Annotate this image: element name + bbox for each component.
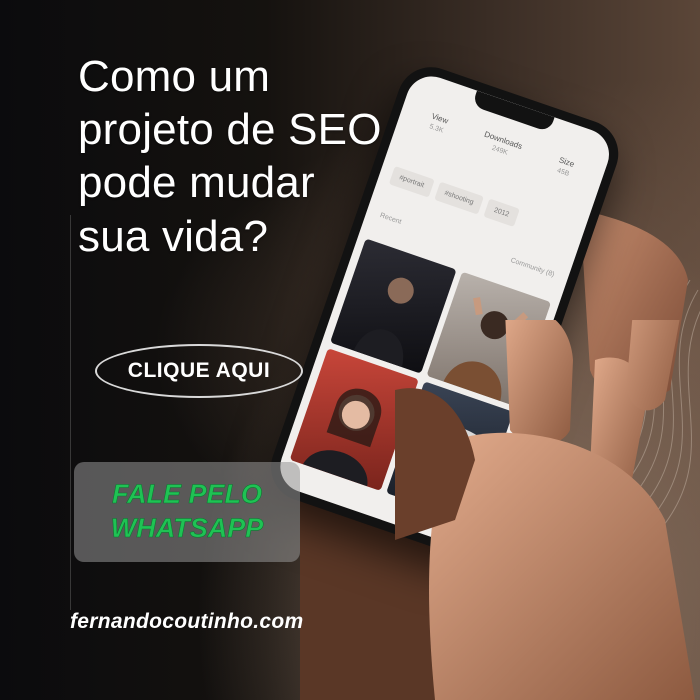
tapping-hand-illustration [395, 320, 695, 700]
whatsapp-label-line: FALE PELO [111, 479, 263, 510]
ad-banner: View 5.3K Downloads 249K Size 45B #portr… [0, 0, 700, 700]
whatsapp-label-line: WHATSAPP [110, 513, 264, 544]
click-here-label: CLIQUE AQUI [127, 359, 271, 382]
divider-line [70, 215, 71, 610]
headline-line: Como um [78, 52, 271, 101]
headline: Como um projeto de SEO pode mudar sua vi… [78, 50, 498, 263]
headline-line: pode mudar [78, 158, 315, 208]
headline-line: sua vida? [78, 211, 269, 261]
headline-line: projeto de SEO [78, 105, 382, 155]
stat-size: Size 45B [538, 150, 591, 184]
website-link[interactable]: fernandocoutinho.com [70, 610, 304, 634]
whatsapp-button[interactable]: FALE PELO WHATSAPP [74, 462, 300, 562]
click-here-button[interactable]: CLIQUE AQUI [95, 344, 303, 398]
filter-label[interactable]: Community (8) [510, 257, 556, 279]
